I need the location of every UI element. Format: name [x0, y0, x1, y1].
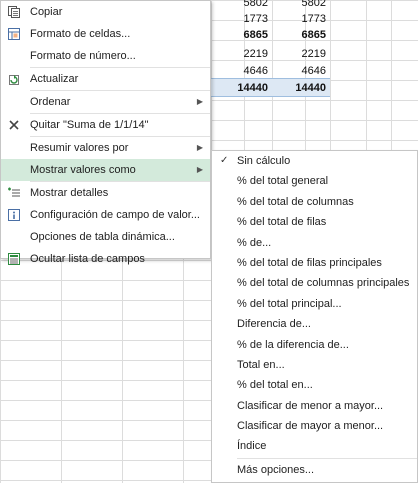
- show-values-as-submenu: ✓ Sin cálculo % del total general % del …: [211, 150, 418, 483]
- submenu-item-label: % de...: [237, 236, 272, 249]
- menu-item-copy[interactable]: Copiar: [1, 1, 210, 23]
- copy-icon: [6, 4, 22, 20]
- pivot-cell[interactable]: 6865: [211, 26, 272, 44]
- context-menu: Copiar Formato de celdas... Formato de n…: [0, 0, 211, 265]
- menu-item-summarize-by[interactable]: Resumir valores por ▶: [1, 137, 210, 159]
- submenu-item-label: % del total general: [237, 175, 329, 188]
- menu-item-label: Ordenar: [30, 96, 71, 108]
- menu-item-label: Quitar "Suma de 1/1/14": [30, 119, 149, 131]
- refresh-icon: [6, 71, 22, 87]
- menu-item-label: Actualizar: [30, 73, 79, 85]
- submenu-item-running-total[interactable]: Total en...: [212, 355, 417, 375]
- submenu-item-label: % del total de columnas: [237, 195, 354, 208]
- pivot-cell[interactable]: 14440: [211, 79, 272, 97]
- submenu-item-label: Índice: [237, 440, 267, 453]
- menu-item-label: Resumir valores por: [30, 142, 129, 154]
- submenu-item-pct-parent-column-total[interactable]: % del total de columnas principales: [212, 273, 417, 293]
- menu-item-label: Ocultar lista de campos: [30, 253, 145, 265]
- menu-item-pivot-options[interactable]: Opciones de tabla dinámica...: [1, 226, 210, 248]
- chevron-right-icon: ▶: [196, 143, 203, 152]
- menu-item-format-cells[interactable]: Formato de celdas...: [1, 23, 210, 45]
- submenu-item-difference-from[interactable]: Diferencia de...: [212, 314, 417, 334]
- menu-item-value-field-settings[interactable]: Configuración de campo de valor...: [1, 204, 210, 226]
- checkmark-icon: ✓: [220, 155, 229, 166]
- submenu-item-label: Sin cálculo: [237, 155, 291, 167]
- submenu-item-pct-grand-total[interactable]: % del total general: [212, 171, 417, 191]
- submenu-item-label: Diferencia de...: [237, 318, 311, 331]
- submenu-item-label: % del total en...: [237, 379, 313, 392]
- menu-item-label: Formato de número...: [30, 50, 136, 62]
- chevron-right-icon: ▶: [196, 97, 203, 106]
- pivot-cell[interactable]: 14440: [272, 79, 330, 97]
- submenu-item-index[interactable]: Índice: [212, 436, 417, 456]
- field-list-icon: [6, 251, 22, 267]
- submenu-item-pct-row-total[interactable]: % del total de filas: [212, 212, 417, 232]
- submenu-item-pct-of[interactable]: % de...: [212, 233, 417, 253]
- submenu-item-label: % del total principal...: [237, 297, 342, 310]
- pivot-cell[interactable]: 2219: [272, 45, 330, 63]
- submenu-item-label: Total en...: [237, 358, 285, 371]
- menu-item-label: Copiar: [30, 6, 63, 18]
- menu-item-label: Mostrar valores como: [30, 164, 136, 176]
- submenu-item-no-calculation[interactable]: ✓ Sin cálculo: [212, 151, 417, 171]
- show-details-icon: [6, 185, 22, 201]
- menu-item-label: Opciones de tabla dinámica...: [30, 231, 175, 243]
- remove-x-icon: [6, 117, 22, 133]
- submenu-item-pct-running-total[interactable]: % del total en...: [212, 375, 417, 395]
- pivot-cell[interactable]: 2219: [211, 45, 272, 63]
- menu-item-label: Mostrar detalles: [30, 187, 109, 199]
- submenu-item-more-options[interactable]: Más opciones...: [212, 460, 417, 480]
- submenu-item-label: Más opciones...: [237, 463, 315, 476]
- submenu-item-pct-parent-row-total[interactable]: % del total de filas principales: [212, 253, 417, 273]
- submenu-item-rank-largest-smallest[interactable]: Clasificar de mayor a menor...: [212, 416, 417, 436]
- submenu-item-pct-difference-from[interactable]: % de la diferencia de...: [212, 335, 417, 355]
- menu-item-label: Formato de celdas...: [30, 28, 131, 40]
- submenu-item-label: % de la diferencia de...: [237, 338, 349, 351]
- chevron-right-icon: ▶: [196, 165, 203, 174]
- submenu-item-label: % del total de filas: [237, 216, 327, 229]
- submenu-item-label: Clasificar de menor a mayor...: [237, 399, 384, 412]
- submenu-item-label: % del total de columnas principales: [237, 277, 410, 290]
- menu-item-label: Configuración de campo de valor...: [30, 209, 200, 221]
- submenu-item-label: % del total de filas principales: [237, 256, 382, 269]
- pivot-cell[interactable]: 4646: [211, 62, 272, 80]
- menu-item-refresh[interactable]: Actualizar: [1, 68, 210, 90]
- submenu-item-pct-column-total[interactable]: % del total de columnas: [212, 192, 417, 212]
- menu-item-show-values-as[interactable]: Mostrar valores como ▶: [1, 159, 210, 181]
- menu-separator: [237, 457, 417, 459]
- menu-item-number-format[interactable]: Formato de número...: [1, 45, 210, 67]
- menu-item-show-details[interactable]: Mostrar detalles: [1, 182, 210, 204]
- submenu-item-label: Clasificar de mayor a menor...: [237, 420, 384, 433]
- format-cells-icon: [6, 26, 22, 42]
- menu-item-sort[interactable]: Ordenar ▶: [1, 91, 210, 113]
- menu-item-hide-field-list[interactable]: Ocultar lista de campos: [1, 248, 210, 270]
- submenu-item-rank-smallest-largest[interactable]: Clasificar de menor a mayor...: [212, 396, 417, 416]
- field-settings-icon: [6, 207, 22, 223]
- menu-item-remove-field[interactable]: Quitar "Suma de 1/1/14": [1, 114, 210, 136]
- submenu-item-pct-parent-total[interactable]: % del total principal...: [212, 294, 417, 314]
- pivot-cell[interactable]: 4646: [272, 62, 330, 80]
- pivot-cell[interactable]: 6865: [272, 26, 330, 44]
